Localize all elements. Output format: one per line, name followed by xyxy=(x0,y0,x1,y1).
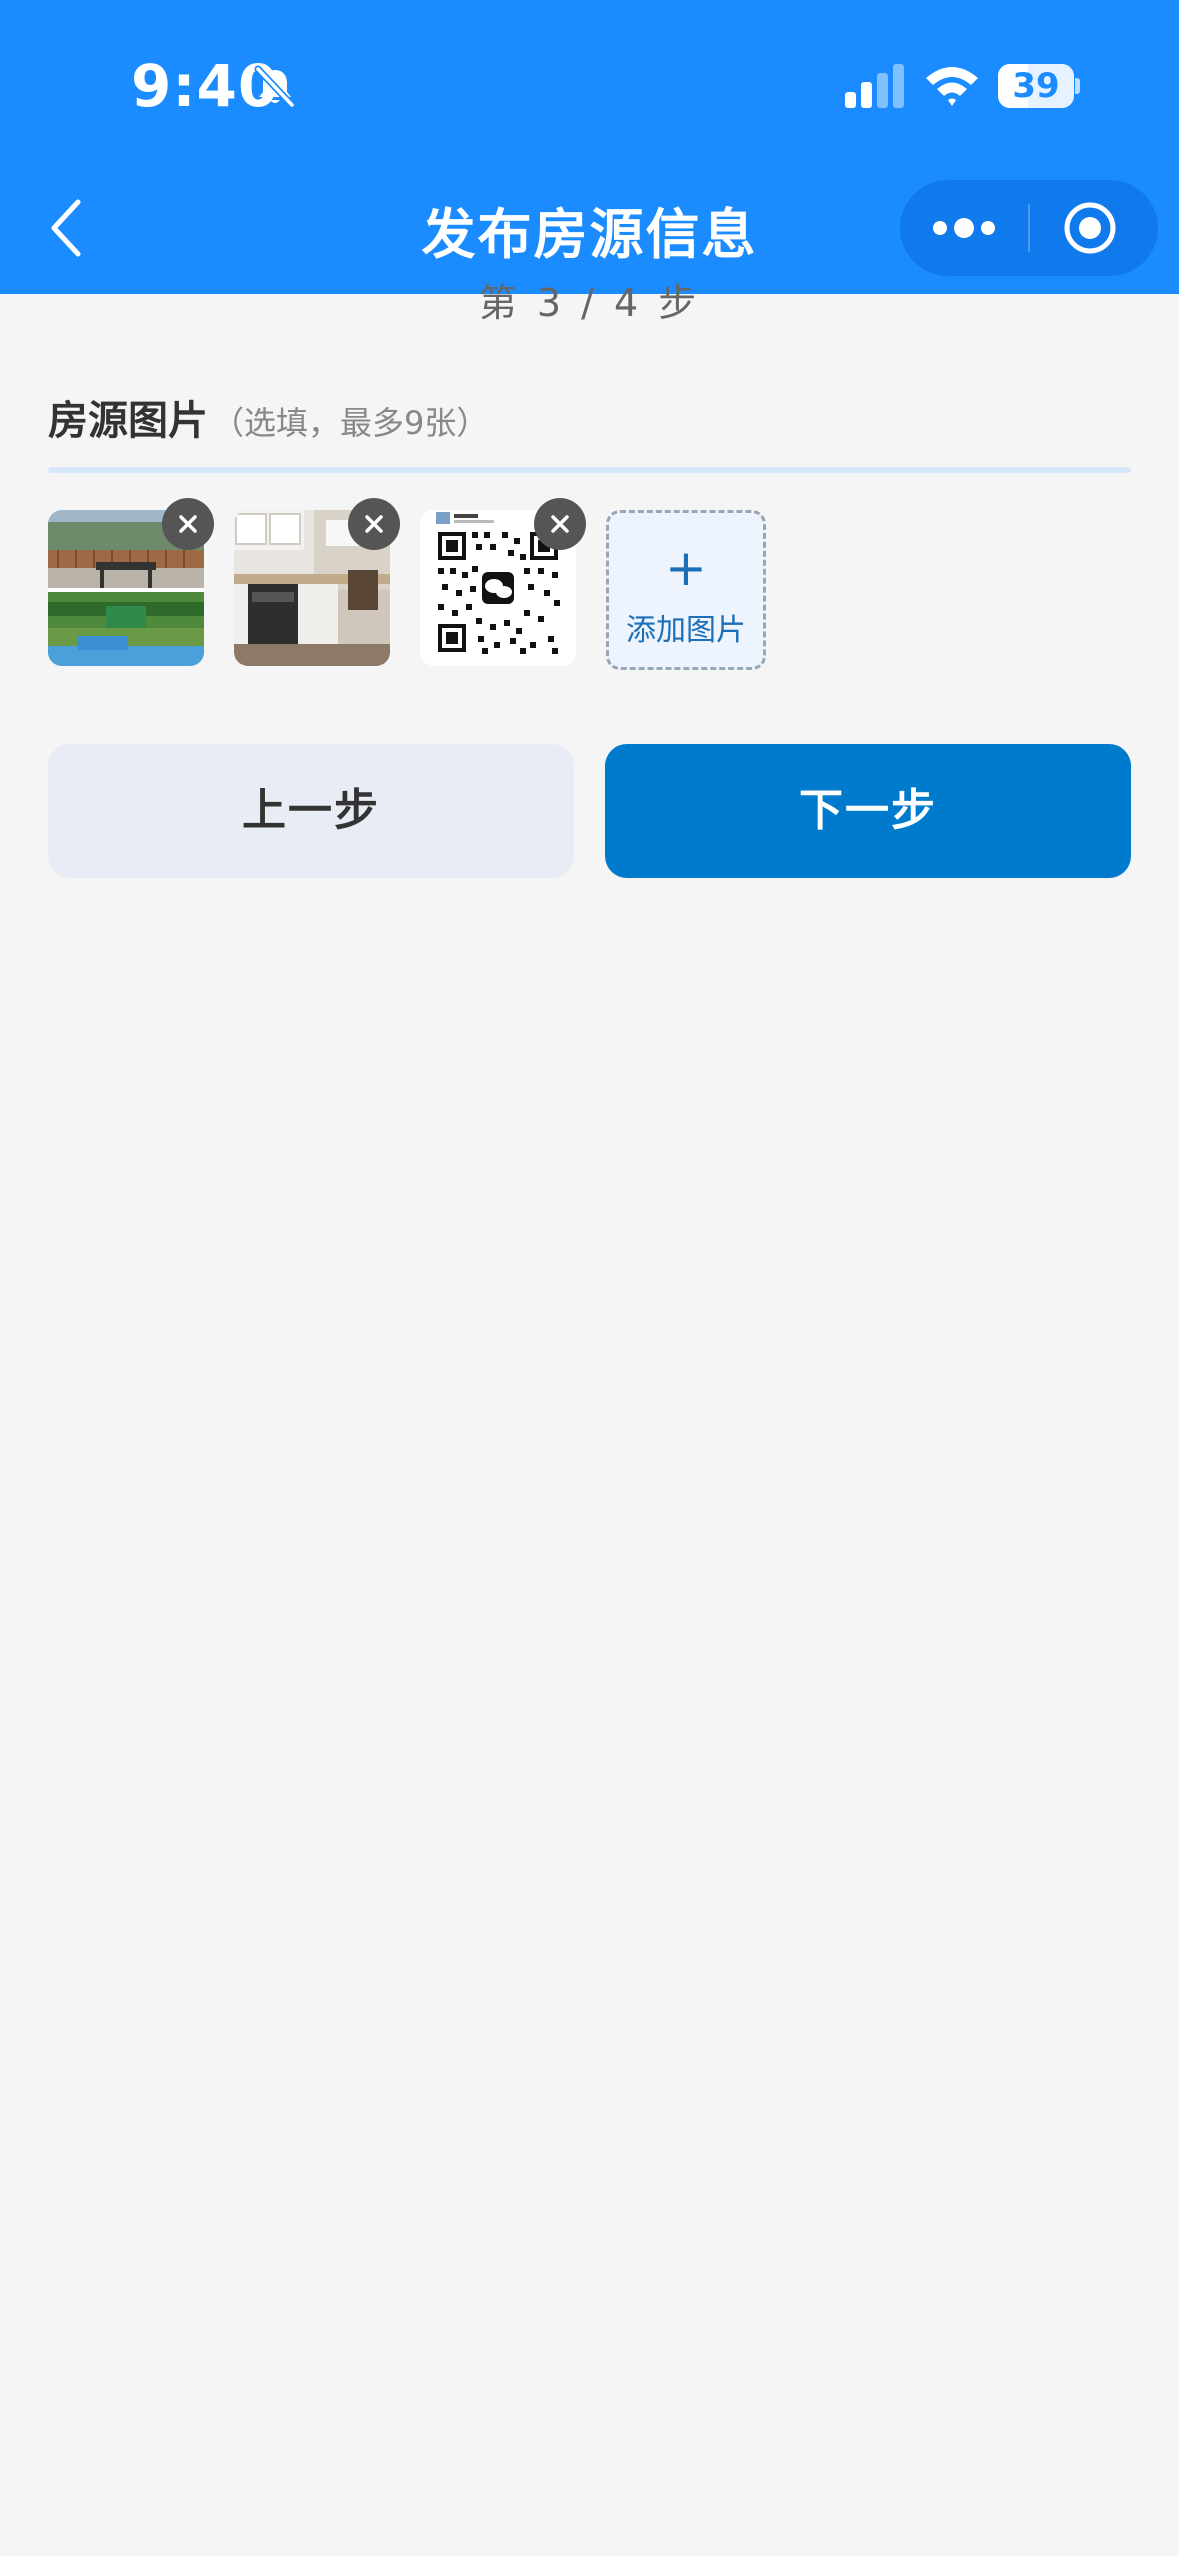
section-divider xyxy=(48,467,1131,473)
previous-step-button[interactable]: 上一步 xyxy=(48,744,574,878)
target-circle-icon[interactable] xyxy=(1062,200,1118,256)
remove-photo-3-button[interactable] xyxy=(534,498,586,550)
wifi-icon xyxy=(926,67,978,106)
section-hint: （选填，最多9张） xyxy=(212,404,489,442)
battery-cap xyxy=(1075,78,1080,94)
next-step-button[interactable]: 下一步 xyxy=(605,744,1131,878)
bell-slash-icon xyxy=(254,65,296,109)
battery-percentage: 39 xyxy=(1012,66,1060,106)
plus-icon: + xyxy=(665,539,707,597)
cellular-signal-icon xyxy=(845,64,904,108)
remove-photo-1-button[interactable] xyxy=(162,498,214,550)
more-dots-icon[interactable] xyxy=(928,204,1000,252)
close-icon xyxy=(365,515,383,533)
close-icon xyxy=(179,515,197,533)
step-indicator: 第 3 / 4 步 xyxy=(478,281,701,325)
app-header: 9:40 39 发布房源信息 xyxy=(0,0,1179,294)
capsule-divider xyxy=(1028,204,1030,252)
close-icon xyxy=(551,515,569,533)
section-title: 房源图片 xyxy=(48,398,208,444)
add-photo-label: 添加图片 xyxy=(626,613,746,648)
remove-photo-2-button[interactable] xyxy=(348,498,400,550)
battery-body: 39 xyxy=(998,64,1074,108)
mini-program-capsule xyxy=(900,180,1158,276)
battery-indicator: 39 xyxy=(998,64,1080,108)
add-photo-button[interactable]: + 添加图片 xyxy=(606,510,766,670)
